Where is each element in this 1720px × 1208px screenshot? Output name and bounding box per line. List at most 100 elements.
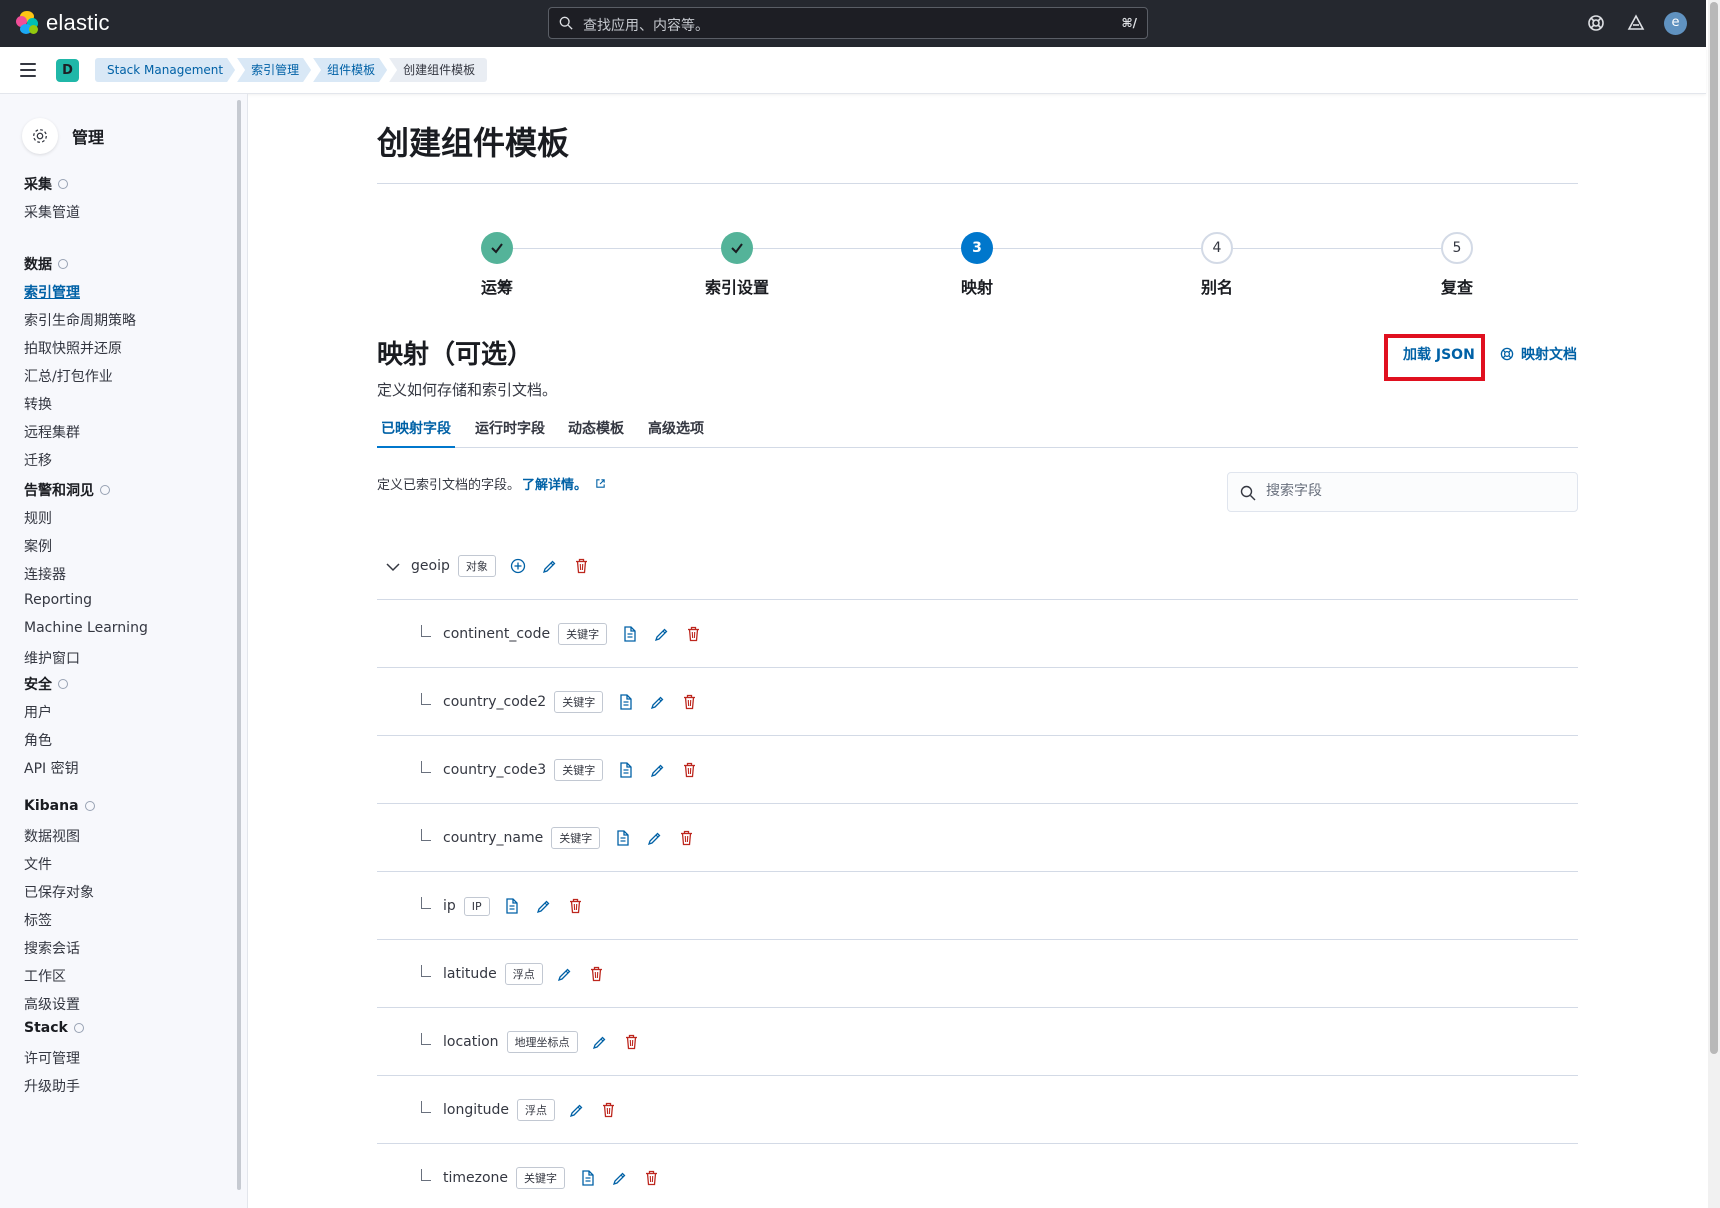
sidebar-item[interactable]: 远程集群: [24, 422, 80, 442]
tab-dynamic-templates[interactable]: 动态模板: [564, 418, 628, 448]
sidebar-item[interactable]: 高级设置: [24, 994, 80, 1014]
field-search[interactable]: [1227, 472, 1578, 512]
mapping-docs-link[interactable]: 映射文档: [1499, 344, 1577, 364]
field-type-badge: 关键字: [554, 759, 604, 781]
field-type-badge: IP: [463, 896, 490, 916]
field-search-input[interactable]: [1266, 483, 1566, 499]
sidebar-item[interactable]: 已保存对象: [24, 882, 94, 902]
sidebar-item[interactable]: 索引管理: [24, 282, 80, 302]
trash-icon[interactable]: [678, 830, 694, 846]
page-scrollbar[interactable]: [1708, 0, 1720, 1208]
document-icon[interactable]: [617, 694, 633, 710]
chevron-down-icon[interactable]: [385, 557, 403, 576]
global-header: elastic 查找应用、内容等。 ⌘/ e: [0, 0, 1706, 47]
newsfeed-icon[interactable]: [1626, 13, 1646, 33]
document-icon[interactable]: [614, 830, 630, 846]
breadcrumb-index-management[interactable]: 索引管理: [237, 58, 311, 82]
trash-icon[interactable]: [624, 1034, 640, 1050]
step-1[interactable]: 运筹: [437, 232, 557, 298]
field-row-content: country_code2 关键字: [421, 690, 713, 714]
step-4: 4 别名: [1157, 232, 1277, 298]
tab-runtime-fields[interactable]: 运行时字段: [471, 418, 549, 448]
load-json-button[interactable]: 加载 JSON: [1403, 344, 1475, 364]
sidebar-section-heading: 数据: [24, 254, 68, 274]
step-label: 复查: [1440, 278, 1473, 297]
info-icon[interactable]: [100, 485, 110, 495]
sidebar-item[interactable]: 汇总/打包作业: [24, 366, 113, 386]
sidebar-item[interactable]: 拍取快照并还原: [24, 338, 122, 358]
sidebar-item[interactable]: 用户: [24, 702, 52, 722]
sidebar-item[interactable]: 标签: [24, 910, 52, 930]
user-avatar[interactable]: e: [1664, 12, 1687, 35]
edit-icon[interactable]: [653, 626, 669, 642]
trash-icon[interactable]: [589, 966, 605, 982]
edit-icon[interactable]: [536, 898, 552, 914]
global-search[interactable]: 查找应用、内容等。 ⌘/: [548, 7, 1148, 39]
trash-icon[interactable]: [681, 694, 697, 710]
trash-icon[interactable]: [568, 898, 584, 914]
document-icon[interactable]: [504, 898, 520, 914]
edit-icon[interactable]: [646, 830, 662, 846]
sidebar-item[interactable]: 搜索会话: [24, 938, 80, 958]
trash-icon[interactable]: [643, 1170, 659, 1186]
info-icon[interactable]: [58, 179, 68, 189]
info-icon[interactable]: [58, 259, 68, 269]
sidebar-item[interactable]: 案例: [24, 536, 52, 556]
elastic-logo[interactable]: elastic: [16, 10, 110, 36]
document-icon[interactable]: [617, 762, 633, 778]
field-row-content: geoip 对象: [385, 554, 606, 578]
breadcrumb-stack-management[interactable]: Stack Management: [95, 58, 235, 82]
space-avatar[interactable]: D: [56, 59, 79, 82]
sidebar-item[interactable]: 转换: [24, 394, 52, 414]
sidebar-item[interactable]: Reporting: [24, 592, 92, 608]
info-icon[interactable]: [58, 679, 68, 689]
edit-icon[interactable]: [542, 558, 558, 574]
sidebar-scrollbar[interactable]: [237, 100, 241, 1190]
step-label: 索引设置: [704, 278, 769, 297]
sidebar-item[interactable]: 文件: [24, 854, 52, 874]
info-icon[interactable]: [73, 1023, 84, 1033]
learn-more-link[interactable]: 了解详情。: [522, 474, 587, 493]
sidebar-item[interactable]: 采集管道: [24, 202, 80, 222]
help-icon[interactable]: [1586, 13, 1606, 33]
trash-icon[interactable]: [574, 558, 590, 574]
tree-connector: [421, 625, 431, 637]
document-icon[interactable]: [579, 1170, 595, 1186]
step-2[interactable]: 索引设置: [677, 232, 797, 298]
sidebar-item[interactable]: 规则: [24, 508, 52, 528]
info-icon[interactable]: [84, 801, 95, 811]
field-type-badge: 对象: [457, 555, 496, 577]
sidebar-item[interactable]: 升级助手: [24, 1076, 80, 1096]
sidebar-item[interactable]: Machine Learning: [24, 620, 148, 636]
sidebar-item[interactable]: 连接器: [24, 564, 66, 584]
sidebar-item[interactable]: 角色: [24, 730, 52, 750]
trash-icon[interactable]: [601, 1102, 617, 1118]
edit-icon[interactable]: [592, 1034, 608, 1050]
sidebar-item[interactable]: 工作区: [24, 966, 66, 986]
trash-icon[interactable]: [685, 626, 701, 642]
edit-icon[interactable]: [557, 966, 573, 982]
sidebar-item[interactable]: 维护窗口: [24, 648, 80, 668]
sidebar-item[interactable]: 许可管理: [24, 1048, 80, 1068]
section-title: 映射（可选）: [377, 340, 534, 370]
edit-icon[interactable]: [649, 694, 665, 710]
sidebar-item[interactable]: 索引生命周期策略: [24, 310, 136, 330]
section-description: 定义如何存储和索引文档。: [377, 381, 558, 399]
edit-icon[interactable]: [611, 1170, 627, 1186]
sidebar-item[interactable]: API 密钥: [24, 758, 79, 778]
breadcrumb-component-templates[interactable]: 组件模板: [313, 58, 387, 82]
tab-advanced-options[interactable]: 高级选项: [644, 418, 708, 448]
page-scrollbar-thumb[interactable]: [1710, 2, 1718, 1054]
menu-icon[interactable]: [20, 63, 36, 77]
edit-icon[interactable]: [649, 762, 665, 778]
sidebar-item[interactable]: 迁移: [24, 450, 52, 470]
step-3[interactable]: 3 映射: [917, 232, 1037, 298]
add-field-icon[interactable]: [510, 558, 526, 574]
trash-icon[interactable]: [681, 762, 697, 778]
edit-icon[interactable]: [569, 1102, 585, 1118]
tab-mapped-fields[interactable]: 已映射字段: [377, 418, 455, 448]
sidebar-item[interactable]: 数据视图: [24, 826, 80, 846]
title-divider: [377, 183, 1578, 184]
management-sidebar: 管理 采集 采集管道 数据 索引管理 索引生命周期策略 拍取快照并还原 汇总/打包作业 转换远…: [0, 94, 248, 1208]
document-icon[interactable]: [621, 626, 637, 642]
